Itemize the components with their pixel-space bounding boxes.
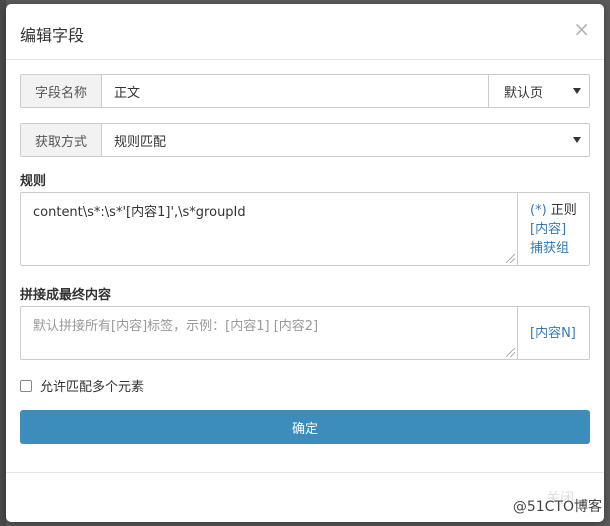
- capture-group-link[interactable]: 捕获组: [530, 239, 589, 258]
- rule-side-panel: (*) 正则 [内容] 捕获组: [517, 193, 589, 265]
- field-name-input[interactable]: 正文: [102, 75, 488, 107]
- page-select[interactable]: 默认页: [488, 75, 589, 107]
- final-content-group: 默认拼接所有[内容]标签，示例：[内容1] [内容2] [内容N]: [20, 306, 590, 360]
- resize-handle-icon[interactable]: [506, 254, 515, 263]
- final-content-side: [内容N]: [517, 307, 589, 359]
- content-link[interactable]: [内容]: [530, 220, 589, 239]
- regex-label: 正则: [546, 203, 577, 218]
- edit-field-dialog: 编辑字段 × 字段名称 正文 默认页 获取方式 规则匹配 规则 content\…: [6, 4, 604, 522]
- method-select[interactable]: 规则匹配: [102, 124, 589, 156]
- method-select-value: 规则匹配: [114, 134, 167, 150]
- final-content-label: 拼接成最终内容: [20, 288, 112, 303]
- rule-text: content\s*:\s*'[内容1]',\s*groupId: [33, 205, 246, 220]
- chevron-down-icon: [573, 137, 581, 143]
- field-name-group: 字段名称 正文 默认页: [20, 74, 590, 108]
- final-content-textarea[interactable]: 默认拼接所有[内容]标签，示例：[内容1] [内容2]: [21, 307, 517, 359]
- resize-handle-icon[interactable]: [506, 348, 515, 357]
- dialog-title: 编辑字段: [20, 26, 85, 45]
- allow-multi-label: 允许匹配多个元素: [40, 380, 145, 395]
- field-name-label: 字段名称: [21, 75, 102, 107]
- chevron-down-icon: [573, 88, 581, 94]
- page-select-value: 默认页: [504, 85, 544, 101]
- rule-group: content\s*:\s*'[内容1]',\s*groupId (*) 正则 …: [20, 192, 590, 266]
- method-label: 获取方式: [21, 124, 102, 156]
- close-icon[interactable]: ×: [573, 19, 590, 39]
- final-content-placeholder: 默认拼接所有[内容]标签，示例：[内容1] [内容2]: [33, 319, 319, 334]
- watermark: @51CTO博客: [512, 499, 602, 515]
- confirm-button[interactable]: 确定: [20, 410, 590, 444]
- allow-multi-row[interactable]: 允许匹配多个元素: [20, 376, 144, 395]
- dialog-header: 编辑字段 ×: [6, 4, 604, 60]
- allow-multi-checkbox[interactable]: [20, 379, 32, 392]
- footer-divider: [6, 472, 604, 473]
- method-group: 获取方式 规则匹配: [20, 123, 590, 157]
- rule-label: 规则: [20, 174, 47, 189]
- content-n-link[interactable]: [内容N]: [530, 324, 576, 343]
- rule-textarea[interactable]: content\s*:\s*'[内容1]',\s*groupId: [21, 193, 517, 265]
- regex-link[interactable]: (*): [530, 203, 547, 218]
